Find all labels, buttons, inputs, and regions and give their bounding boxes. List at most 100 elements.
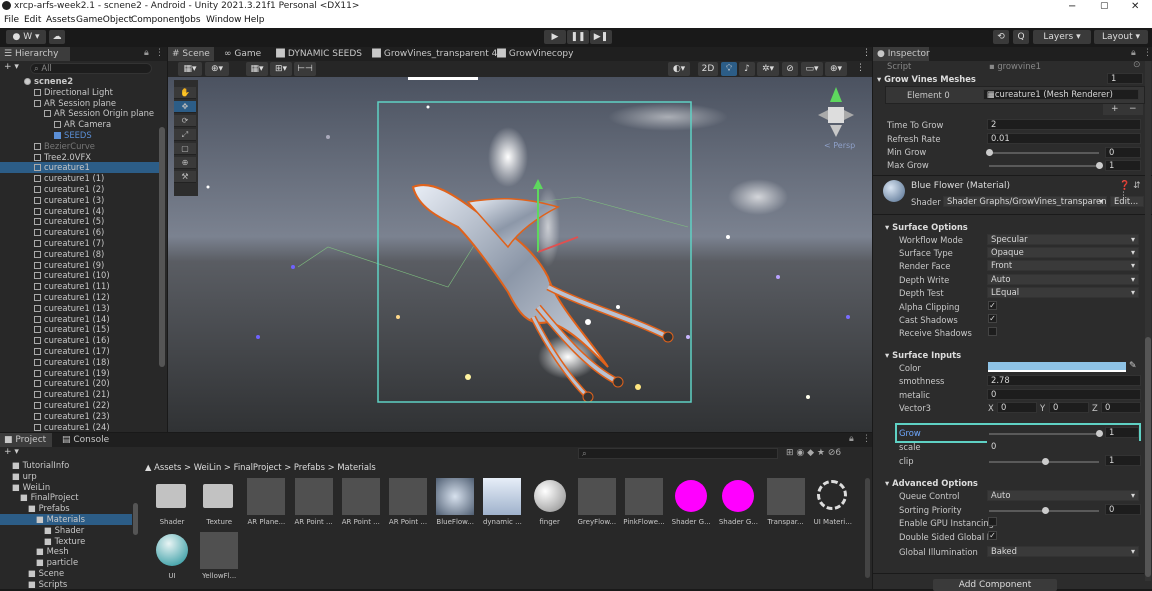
hierarchy-item[interactable]: cureature1 (16)	[0, 335, 160, 346]
clip-field[interactable]: 1	[1105, 455, 1141, 466]
menu-file[interactable]: File	[4, 15, 19, 25]
hierarchy-item[interactable]: cureature1 (7)	[0, 238, 160, 249]
rotate-tool-button[interactable]: ⟳	[174, 115, 196, 127]
folder-thumbnail[interactable]	[153, 478, 191, 515]
snap-increment-dropdown[interactable]: ⊞▾	[270, 62, 292, 76]
folder-tree-item[interactable]: ■ Materials	[0, 514, 132, 525]
hierarchy-item[interactable]: cureature1 (13)	[0, 303, 160, 314]
lighting-toggle[interactable]: 💡︎	[721, 62, 737, 76]
tab-project[interactable]: ■ Project	[0, 433, 52, 447]
hierarchy-item[interactable]: cureature1 (18)	[0, 357, 160, 368]
hierarchy-item[interactable]: AR Session Origin plane	[0, 108, 160, 119]
folder-tree-item[interactable]: ■ WeiLin	[0, 482, 132, 493]
add-element-button[interactable]: +	[1111, 104, 1119, 114]
history-button[interactable]: ⟲	[993, 30, 1009, 44]
project-tree-scrollbar[interactable]	[133, 503, 138, 535]
sorting-priority-slider-handle[interactable]	[1042, 507, 1049, 514]
eyedropper-icon[interactable]: ✎	[1129, 361, 1137, 371]
scene-viewport[interactable]: < Persp	[168, 77, 872, 432]
min-grow-slider[interactable]	[989, 152, 1099, 154]
metalic-field[interactable]: 0	[987, 389, 1141, 400]
add-object-button[interactable]: + ▾	[4, 62, 19, 72]
folder-tree-item[interactable]: ■ TutorialInfo	[0, 460, 132, 471]
tab-inspector[interactable]: ● Inspector	[873, 47, 930, 61]
effects-dropdown[interactable]: ✲▾	[757, 62, 779, 76]
mode-2d-toggle[interactable]: 2D	[698, 62, 718, 76]
transform-tool-button[interactable]: ⊕	[174, 157, 196, 169]
perspective-label[interactable]: < Persp	[824, 141, 855, 150]
hierarchy-item[interactable]: cureature1 (15)	[0, 324, 160, 335]
cast-shadows-checkbox[interactable]: ✓	[988, 314, 997, 323]
render-face-dropdown[interactable]: Front	[987, 260, 1139, 271]
tab-console[interactable]: ▤ Console	[58, 433, 110, 447]
hierarchy-item[interactable]: cureature1 (17)	[0, 346, 160, 357]
hierarchy-item[interactable]: scnene2	[0, 76, 160, 87]
surface-options-foldout[interactable]: ▾ Surface Options	[885, 222, 968, 232]
hierarchy-item[interactable]: cureature1 (1)	[0, 173, 160, 184]
material-thumbnail[interactable]	[483, 478, 522, 515]
hierarchy-item[interactable]: cureature1 (2)	[0, 184, 160, 195]
hierarchy-item[interactable]: cureature1 (8)	[0, 249, 160, 260]
account-button[interactable]: ● W ▾	[6, 30, 46, 44]
hierarchy-item[interactable]: BezierCurve	[0, 141, 160, 152]
material-thumbnail[interactable]	[766, 478, 805, 515]
depth-write-dropdown[interactable]: Auto	[987, 274, 1139, 285]
material-thumbnail[interactable]	[577, 478, 616, 515]
min-grow-field[interactable]: 0	[1105, 147, 1141, 158]
maximize-button[interactable]: ▢	[1100, 1, 1109, 11]
step-button[interactable]: ▶❚	[590, 30, 612, 44]
more-icon[interactable]: ⋮	[856, 63, 865, 73]
audio-toggle[interactable]: ♪	[739, 62, 755, 76]
hierarchy-item[interactable]: Directional Light	[0, 87, 160, 98]
scale-field[interactable]: 0	[987, 441, 1141, 452]
create-asset-button[interactable]: + ▾	[4, 447, 19, 457]
project-search-input[interactable]: ⌕	[578, 448, 778, 459]
more-icon[interactable]: ⋮	[862, 434, 871, 444]
color-swatch[interactable]	[988, 362, 1126, 372]
tab-dynamic-seeds[interactable]: ⬛︎ DYNAMIC SEEDS	[272, 47, 362, 61]
search-filters[interactable]: ⊞ ◉ ◆ ★ ⊘6	[786, 448, 841, 458]
script-field[interactable]: ▪ growvine1	[989, 61, 1041, 71]
alpha-clipping-checkbox[interactable]: ✓	[988, 301, 997, 310]
grow-vines-meshes-foldout[interactable]: ▾ Grow Vines Meshes	[877, 74, 976, 84]
material-thumbnail[interactable]	[200, 532, 239, 569]
vector-y-field[interactable]: 0	[1049, 402, 1089, 413]
hierarchy-item[interactable]: cureature1 (4)	[0, 206, 160, 217]
menu-component[interactable]: Component	[131, 15, 183, 25]
max-grow-field[interactable]: 1	[1105, 160, 1141, 171]
folder-tree-item[interactable]: ■ Prefabs	[0, 503, 132, 514]
camera-dropdown[interactable]: ▭▾	[801, 62, 823, 76]
hand-tool-button[interactable]: ✋	[174, 87, 196, 99]
hierarchy-item[interactable]: cureature1 (14)	[0, 314, 160, 325]
global-illumination-dropdown[interactable]: Baked	[987, 546, 1139, 557]
grow-slider[interactable]	[989, 433, 1099, 435]
lock-icon[interactable]: 🔒︎	[1131, 48, 1136, 58]
receive-shadows-checkbox[interactable]	[988, 327, 997, 336]
hierarchy-item[interactable]: cureature1 (22)	[0, 400, 160, 411]
shading-dropdown[interactable]: ◐▾	[668, 62, 690, 76]
surface-inputs-foldout[interactable]: ▾ Surface Inputs	[885, 350, 961, 360]
folder-tree-item[interactable]: ■ Scene	[0, 568, 132, 579]
advanced-options-foldout[interactable]: ▾ Advanced Options	[885, 478, 978, 488]
grid-snap-dropdown[interactable]: ▦▾	[246, 62, 268, 76]
hierarchy-item[interactable]: Tree2.0VFX	[0, 152, 160, 163]
hierarchy-scrollbar[interactable]	[159, 127, 165, 367]
folder-tree-item[interactable]: ■ particle	[0, 557, 132, 568]
folder-tree-item[interactable]: ■ Mesh	[0, 546, 132, 557]
gizmos-dropdown[interactable]: ⊕▾	[825, 62, 847, 76]
grow-field[interactable]: 1	[1105, 427, 1139, 438]
play-button[interactable]: ▶	[544, 30, 566, 44]
vector-z-field[interactable]: 0	[1101, 402, 1141, 413]
hierarchy-item[interactable]: cureature1 (24)	[0, 422, 160, 432]
pivot-dropdown[interactable]: ⊕▾	[205, 62, 229, 76]
material-thumbnail[interactable]	[341, 478, 380, 515]
hierarchy-item[interactable]: cureature1 (11)	[0, 281, 160, 292]
hierarchy-item[interactable]: AR Camera	[0, 119, 160, 130]
folder-tree-item[interactable]: ■ Shader	[0, 525, 132, 536]
material-thumbnail[interactable]	[719, 478, 757, 515]
surface-type-dropdown[interactable]: Opaque	[987, 247, 1139, 258]
close-button[interactable]: ✕	[1131, 1, 1139, 12]
lock-icon[interactable]: 🔒︎	[849, 434, 854, 444]
max-grow-slider-handle[interactable]	[1096, 162, 1103, 169]
material-thumbnail[interactable]	[814, 478, 852, 515]
